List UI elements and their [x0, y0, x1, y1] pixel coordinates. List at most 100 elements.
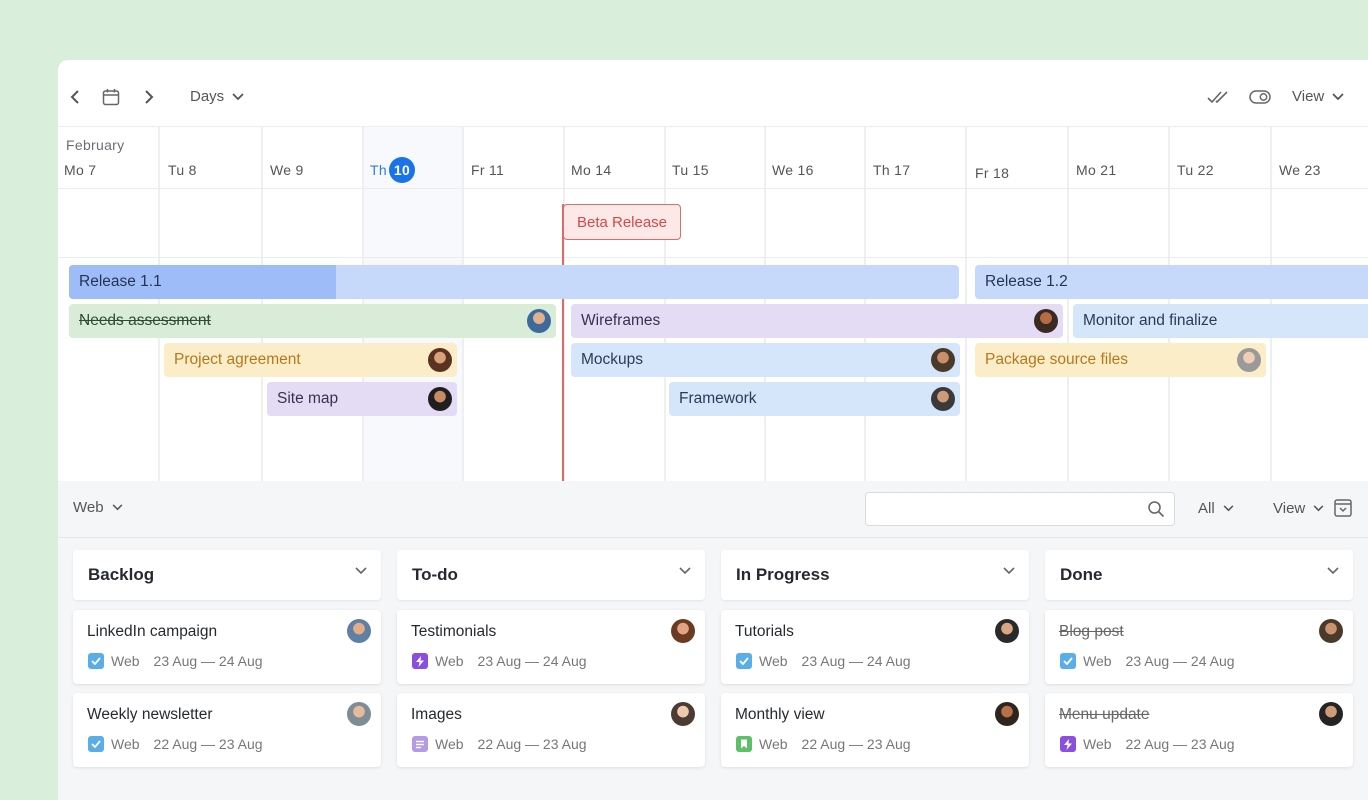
day-header[interactable]: Fr 18: [969, 127, 1069, 189]
day-label: Mo 7: [64, 162, 97, 178]
day-label: We 16: [772, 162, 814, 178]
search-icon: [1148, 501, 1165, 518]
search-input[interactable]: [865, 492, 1175, 526]
column-header-done[interactable]: Done: [1045, 550, 1353, 600]
task-card[interactable]: Monthly view Web 22 Aug — 23 Aug: [721, 693, 1029, 767]
task-bar[interactable]: Site map: [267, 382, 457, 416]
card-meta: Web 23 Aug — 24 Aug: [1060, 653, 1235, 669]
chevron-down-icon: [355, 567, 367, 575]
day-label: We 9: [270, 162, 304, 178]
avatar: [671, 619, 695, 643]
card-dates: 22 Aug — 23 Aug: [153, 736, 263, 752]
avatar: [428, 387, 452, 411]
prev-button[interactable]: [64, 86, 86, 108]
card-dates: 22 Aug — 23 Aug: [1125, 736, 1235, 752]
card-title: Images: [411, 706, 462, 723]
task-bar[interactable]: Framework: [669, 382, 960, 416]
day-header[interactable]: Tu 8: [162, 127, 262, 189]
board-view-dropdown[interactable]: View: [1273, 500, 1324, 517]
chevron-down-icon: [1332, 92, 1344, 100]
task-bar[interactable]: Wireframes: [571, 304, 1063, 338]
day-label: Fr 18: [975, 165, 1010, 181]
day-header[interactable]: Tu 15: [666, 127, 766, 189]
day-header-today[interactable]: Th 10: [364, 127, 464, 189]
chevron-down-icon: [232, 92, 244, 100]
document-icon: [412, 736, 428, 752]
milestone-beta-release[interactable]: Beta Release: [563, 204, 681, 240]
day-label: We 23: [1279, 162, 1321, 178]
day-label: Tu 22: [1177, 162, 1214, 178]
filter-label: All: [1198, 500, 1215, 517]
task-bar[interactable]: Mockups: [571, 343, 960, 377]
day-label: Th 17: [873, 162, 911, 178]
card-meta: Web 22 Aug — 23 Aug: [736, 736, 911, 752]
card-type: Web: [435, 736, 464, 752]
double-check-icon: [1207, 91, 1228, 104]
grid-row-divider: [58, 257, 1368, 258]
task-card[interactable]: Tutorials Web 23 Aug — 24 Aug: [721, 610, 1029, 684]
scale-dropdown[interactable]: Days: [190, 88, 244, 105]
day-header[interactable]: Mo 21: [1070, 127, 1170, 189]
archive-button[interactable]: [1332, 497, 1354, 519]
view-dropdown[interactable]: View: [1292, 88, 1344, 105]
next-button[interactable]: [138, 86, 160, 108]
card-dates: 23 Aug — 24 Aug: [477, 653, 587, 669]
task-card[interactable]: Blog post Web 23 Aug — 24 Aug: [1045, 610, 1353, 684]
day-header[interactable]: Mo 14: [565, 127, 665, 189]
task-card[interactable]: Menu update Web 22 Aug — 23 Aug: [1045, 693, 1353, 767]
day-header[interactable]: We 16: [766, 127, 866, 189]
chevron-right-icon: [145, 90, 154, 104]
column-header-in-progress[interactable]: In Progress: [721, 550, 1029, 600]
column-header-todo[interactable]: To-do: [397, 550, 705, 600]
card-type: Web: [1083, 736, 1112, 752]
card-title: Tutorials: [735, 623, 794, 640]
task-card[interactable]: LinkedIn campaign Web 23 Aug — 24 Aug: [73, 610, 381, 684]
check-icon: [88, 653, 104, 669]
day-label: Tu 15: [672, 162, 709, 178]
day-header[interactable]: Mo 7: [58, 127, 158, 189]
bolt-icon: [1060, 736, 1076, 752]
planner-app: Days View February Mo 7 Tu 8 We 9 Th 10 …: [58, 60, 1368, 800]
task-card[interactable]: Testimonials Web 23 Aug — 24 Aug: [397, 610, 705, 684]
card-type: Web: [435, 653, 464, 669]
chevron-down-icon: [1327, 567, 1339, 575]
calendar-button[interactable]: [100, 86, 122, 108]
task-bar[interactable]: Project agreement: [164, 343, 457, 377]
card-meta: Web 23 Aug — 24 Aug: [736, 653, 911, 669]
mark-done-button[interactable]: [1206, 87, 1230, 107]
timeline-header: February Mo 7 Tu 8 We 9 Th 10 Fr 11 Mo 1…: [58, 127, 1368, 189]
day-header[interactable]: Fr 11: [465, 127, 565, 189]
filter-dropdown[interactable]: All: [1198, 500, 1234, 517]
task-bar[interactable]: Needs assessment: [69, 304, 556, 338]
release-bar[interactable]: Release 1.1: [69, 265, 959, 299]
task-label: Needs assessment: [79, 312, 211, 329]
release-label: Release 1.2: [985, 273, 1068, 290]
card-meta: Web 23 Aug — 24 Aug: [88, 653, 263, 669]
card-meta: Web 23 Aug — 24 Aug: [412, 653, 587, 669]
project-label: Web: [73, 499, 104, 516]
column-title: In Progress: [736, 565, 830, 584]
card-meta: Web 22 Aug — 23 Aug: [88, 736, 263, 752]
toggle-button[interactable]: [1248, 87, 1272, 107]
task-bar[interactable]: Monitor and finalize: [1073, 304, 1368, 338]
column-title: Done: [1060, 565, 1103, 584]
day-header[interactable]: We 9: [264, 127, 364, 189]
day-header[interactable]: We 23: [1273, 127, 1368, 189]
timeline-toolbar: Days View: [58, 60, 1368, 127]
avatar: [931, 387, 955, 411]
avatar: [1319, 619, 1343, 643]
task-card[interactable]: Images Web 22 Aug — 23 Aug: [397, 693, 705, 767]
card-dates: 23 Aug — 24 Aug: [153, 653, 263, 669]
chevron-left-icon: [70, 90, 79, 104]
task-bar[interactable]: Package source files: [975, 343, 1266, 377]
release-bar[interactable]: Release 1.2: [975, 265, 1368, 299]
day-header[interactable]: Th 17: [867, 127, 967, 189]
archive-icon: [1334, 499, 1352, 517]
card-title: Weekly newsletter: [87, 706, 213, 723]
project-dropdown[interactable]: Web: [73, 499, 123, 516]
today-label: Th 10: [370, 157, 415, 183]
column-header-backlog[interactable]: Backlog: [73, 550, 381, 600]
day-header[interactable]: Tu 22: [1171, 127, 1271, 189]
task-card[interactable]: Weekly newsletter Web 22 Aug — 23 Aug: [73, 693, 381, 767]
task-label: Project agreement: [174, 351, 301, 368]
